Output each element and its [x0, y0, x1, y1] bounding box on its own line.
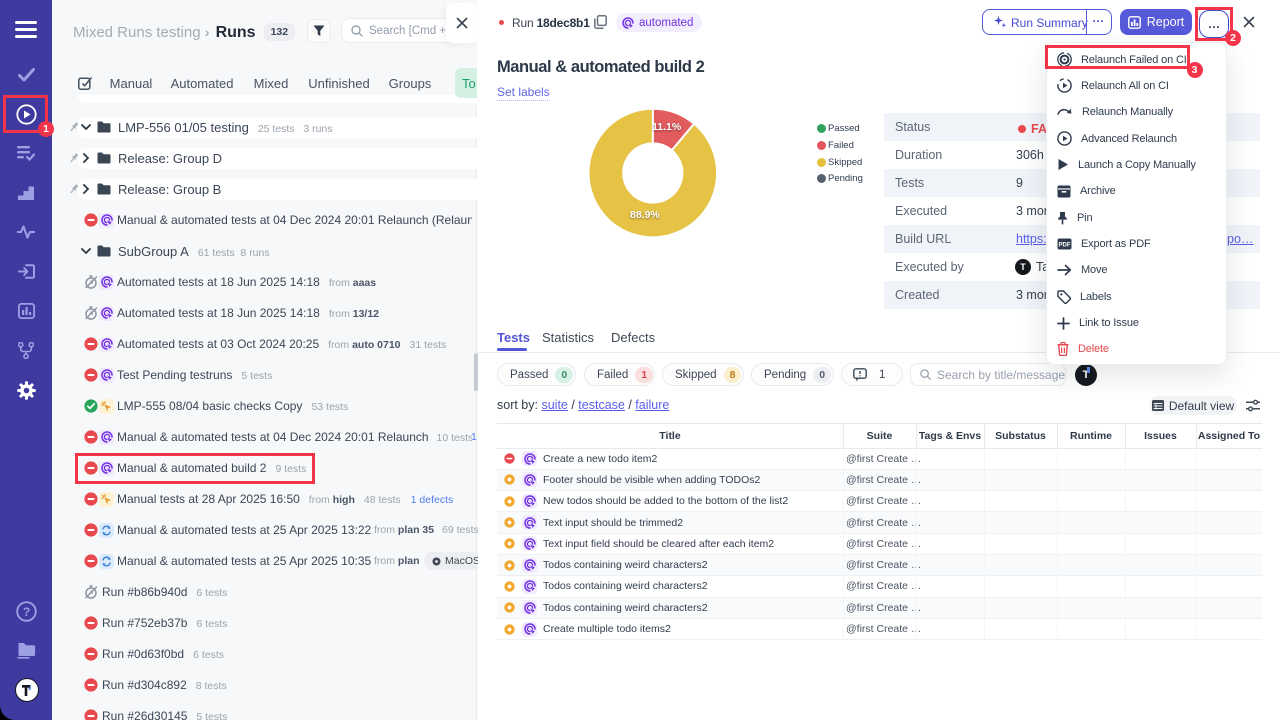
svg-text:PDF: PDF [1059, 243, 1071, 249]
svg-text:?: ? [22, 605, 29, 619]
